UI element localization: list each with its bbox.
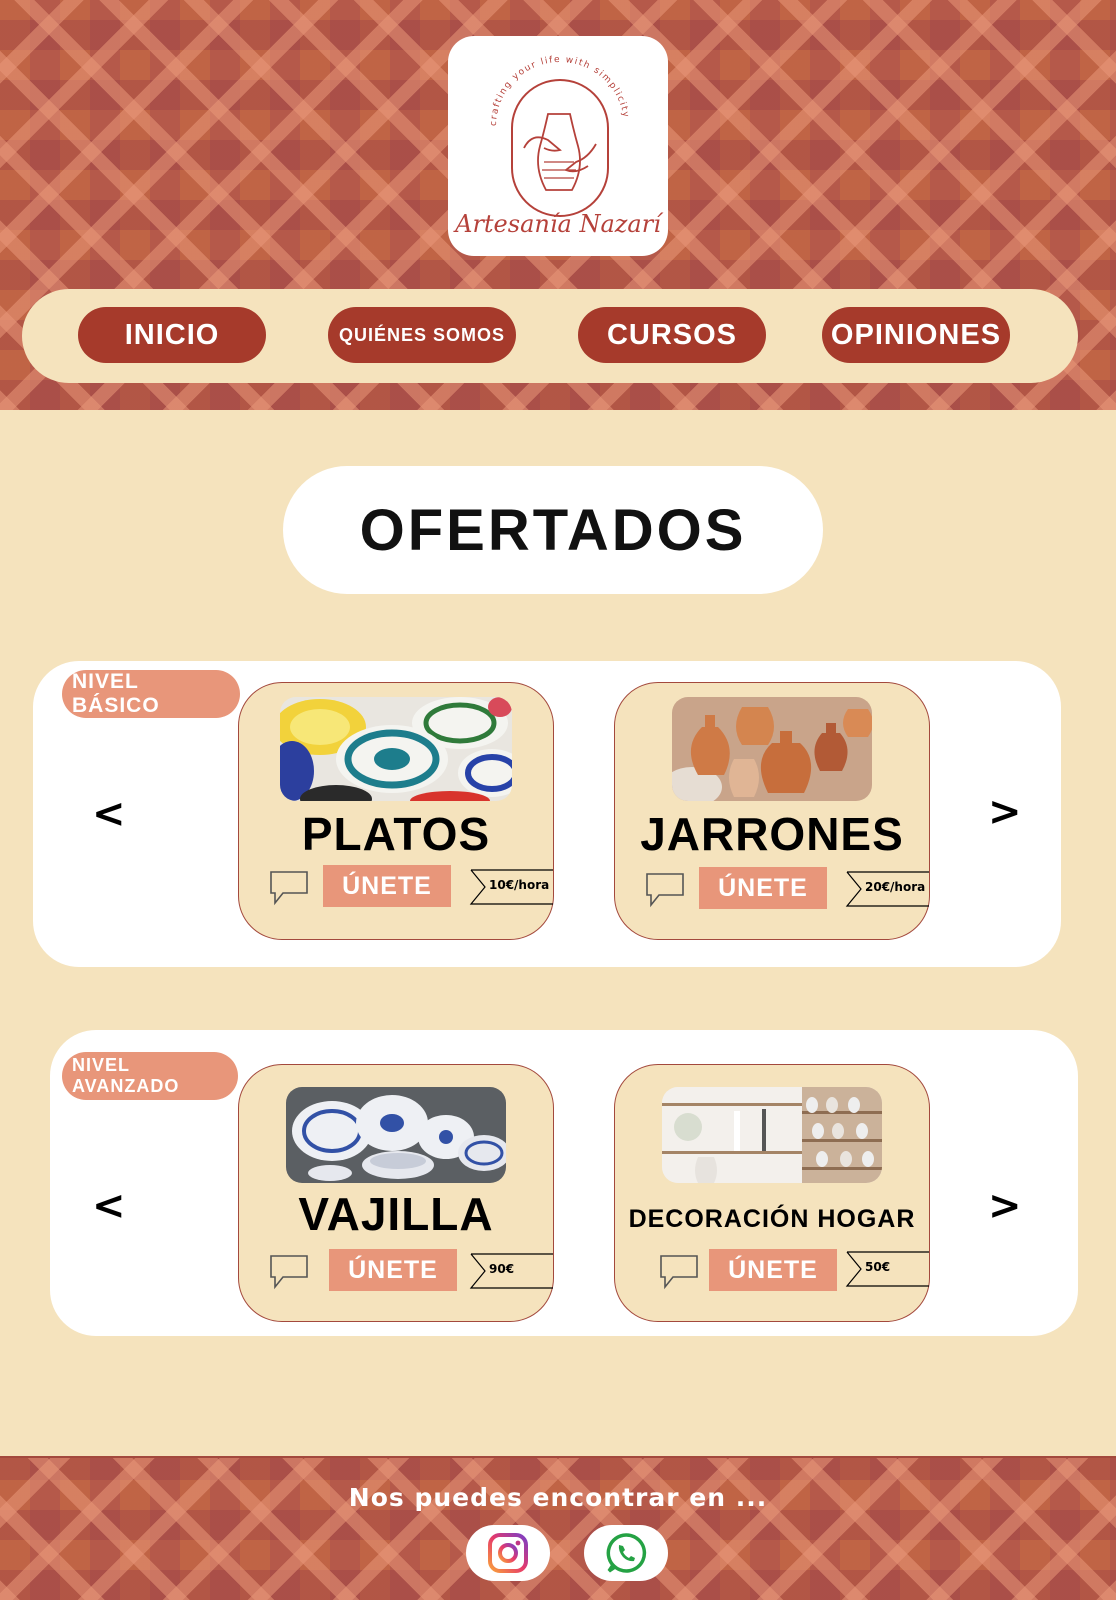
instagram-icon (488, 1533, 528, 1573)
course-title: DECORACIÓN HOGAR (628, 1205, 916, 1233)
join-button[interactable]: ÚNETE (699, 867, 827, 909)
price-tag: 90€ (469, 1253, 553, 1289)
footer-text: Nos puedes encontrar en ... (348, 1483, 768, 1512)
price-tag: 20€/hora (845, 871, 929, 907)
price-label: 20€/hora (865, 880, 926, 894)
main-navigation: INICIO QUIÉNES SOMOS CURSOS OPINIONES (22, 289, 1078, 383)
vajilla-image (286, 1087, 506, 1183)
brand-logo[interactable]: crafting your life with simplicity Artes… (448, 36, 668, 256)
course-title: VAJILLA (298, 1188, 494, 1240)
course-title: PLATOS (301, 808, 491, 860)
section-title: OFERTADOS (283, 466, 823, 594)
chat-bubble-icon[interactable] (267, 1253, 311, 1291)
chat-bubble-icon[interactable] (643, 871, 687, 909)
logo-tagline: crafting your life with simplicity (489, 55, 629, 126)
nav-inicio[interactable]: INICIO (78, 307, 266, 363)
instagram-button[interactable] (466, 1525, 550, 1581)
join-button[interactable]: ÚNETE (709, 1249, 837, 1291)
price-label: 90€ (489, 1262, 515, 1276)
level-badge-basic: NIVEL BÁSICO (62, 670, 240, 718)
price-label: 50€ (865, 1260, 891, 1274)
brand-name: Artesanía Nazarí (455, 210, 661, 238)
course-title: JARRONES (640, 808, 904, 860)
chat-bubble-icon[interactable] (267, 869, 311, 907)
svg-text:crafting your life with simpli: crafting your life with simplicity (489, 55, 631, 126)
footer-pattern-background (0, 1456, 1116, 1600)
jarrones-image (672, 697, 872, 801)
carousel-next-arrow-basic[interactable]: > (988, 792, 1022, 832)
price-tag: 50€ (845, 1251, 929, 1287)
course-card-decoracion-hogar[interactable]: DECORACIÓN HOGAR ÚNETE 50€ (614, 1064, 930, 1322)
decoracion-image (662, 1087, 882, 1183)
course-card-platos[interactable]: PLATOS ÚNETE 10€/hora (238, 682, 554, 940)
platos-image (280, 697, 512, 801)
price-tag: 10€/hora (469, 869, 553, 905)
level-badge-advanced: NIVEL AVANZADO (62, 1052, 238, 1100)
carousel-prev-arrow-basic[interactable]: < (92, 794, 126, 834)
chat-bubble-icon[interactable] (657, 1253, 701, 1291)
nav-cursos[interactable]: CURSOS (578, 307, 766, 363)
whatsapp-icon (606, 1533, 647, 1573)
course-card-jarrones[interactable]: JARRONES ÚNETE 20€/hora (614, 682, 930, 940)
carousel-next-arrow-advanced[interactable]: > (988, 1186, 1022, 1226)
price-label: 10€/hora (489, 878, 550, 892)
join-button[interactable]: ÚNETE (323, 865, 451, 907)
nav-opiniones[interactable]: OPINIONES (822, 307, 1010, 363)
join-button[interactable]: ÚNETE (329, 1249, 457, 1291)
whatsapp-button[interactable] (584, 1525, 668, 1581)
nav-quienes-somos[interactable]: QUIÉNES SOMOS (328, 307, 516, 363)
course-card-vajilla[interactable]: VAJILLA ÚNETE 90€ (238, 1064, 554, 1322)
carousel-prev-arrow-advanced[interactable]: < (92, 1186, 126, 1226)
